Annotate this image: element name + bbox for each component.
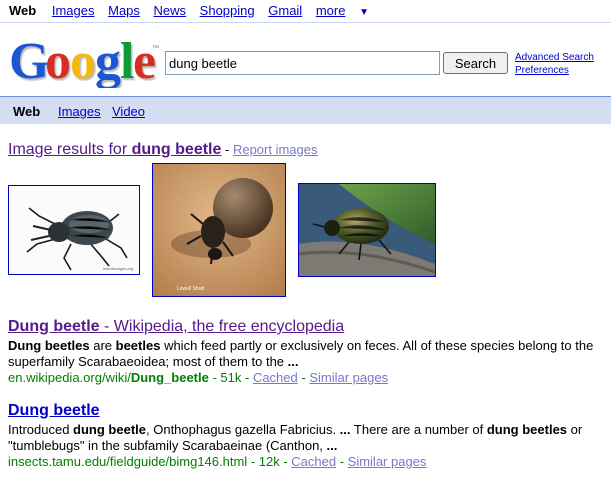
search-button[interactable]: Search xyxy=(443,52,508,74)
beetle-image-1[interactable]: insectimages.org xyxy=(9,186,139,274)
nav-more-label[interactable]: more xyxy=(316,3,346,18)
nav-gmail-link[interactable]: Gmail xyxy=(268,3,302,18)
similar-pages-link[interactable]: Similar pages xyxy=(309,370,388,385)
advanced-search-link[interactable]: Advanced Search xyxy=(515,51,594,64)
search-result-2: Dung beetle Introduced dung beetle, Onth… xyxy=(8,402,608,469)
search-input[interactable] xyxy=(165,51,440,75)
preferences-link[interactable]: Preferences xyxy=(515,64,594,77)
result-title-link[interactable]: Dung beetle - Wikipedia, the free encycl… xyxy=(8,318,608,336)
svg-text:G: G xyxy=(9,33,49,88)
svg-text:o: o xyxy=(45,33,71,88)
tab-images[interactable]: Images xyxy=(58,104,101,119)
nav-news-link[interactable]: News xyxy=(154,3,187,18)
tab-video[interactable]: Video xyxy=(112,104,145,119)
nav-more-menu[interactable]: more ▼ xyxy=(316,3,379,18)
image-thumbnail-2[interactable]: Lowell Shutt xyxy=(152,163,286,297)
svg-text:insectimages.org: insectimages.org xyxy=(103,266,133,271)
nav-maps-link[interactable]: Maps xyxy=(108,3,140,18)
nav-images-link[interactable]: Images xyxy=(52,3,95,18)
image-caption: Lowell Shutt xyxy=(177,286,205,292)
advanced-links: Advanced Search Preferences xyxy=(515,51,594,77)
nav-shopping-link[interactable]: Shopping xyxy=(200,3,255,18)
result-url: en.wikipedia.org/wiki/Dung_beetle - 51k … xyxy=(8,370,389,385)
svg-text:o: o xyxy=(70,33,96,88)
beetle-image-3[interactable] xyxy=(298,184,436,276)
svg-text:e: e xyxy=(133,33,156,88)
cached-link[interactable]: Cached xyxy=(253,370,298,385)
image-results-link[interactable]: Image results for dung beetle xyxy=(8,141,221,158)
results-tab-bar: Web Images Video xyxy=(0,96,611,124)
cached-link[interactable]: Cached xyxy=(291,454,336,469)
result-snippet: Introduced dung beetle, Onthophagus gaze… xyxy=(8,422,583,453)
image-thumbnail-1[interactable]: insectimages.org xyxy=(8,185,140,275)
result-title-link[interactable]: Dung beetle xyxy=(8,402,608,420)
tab-web: Web xyxy=(13,104,41,119)
chevron-down-icon[interactable]: ▼ xyxy=(359,7,369,18)
similar-pages-link[interactable]: Similar pages xyxy=(348,454,427,469)
top-nav-bar: Web Images Maps News Shopping Gmail more… xyxy=(0,0,611,23)
trademark-mark: ™ xyxy=(152,45,159,52)
image-results-header: Image results for dung beetle - Report i… xyxy=(8,141,318,158)
search-result-1: Dung beetle - Wikipedia, the free encycl… xyxy=(8,318,608,385)
image-results-query[interactable]: dung beetle xyxy=(132,141,222,158)
svg-text:g: g xyxy=(95,33,121,88)
report-images-link[interactable]: Report images xyxy=(233,142,318,157)
result-snippet: Dung beetles are beetles which feed part… xyxy=(8,338,594,369)
beetle-image-2[interactable]: Lowell Shutt xyxy=(153,164,285,296)
google-logo[interactable]: G o o g l e ™ xyxy=(9,30,159,88)
result-url: insects.tamu.edu/fieldguide/bimg146.html… xyxy=(8,454,427,469)
nav-web-current: Web xyxy=(9,3,37,18)
image-thumbnail-3[interactable] xyxy=(298,183,436,277)
